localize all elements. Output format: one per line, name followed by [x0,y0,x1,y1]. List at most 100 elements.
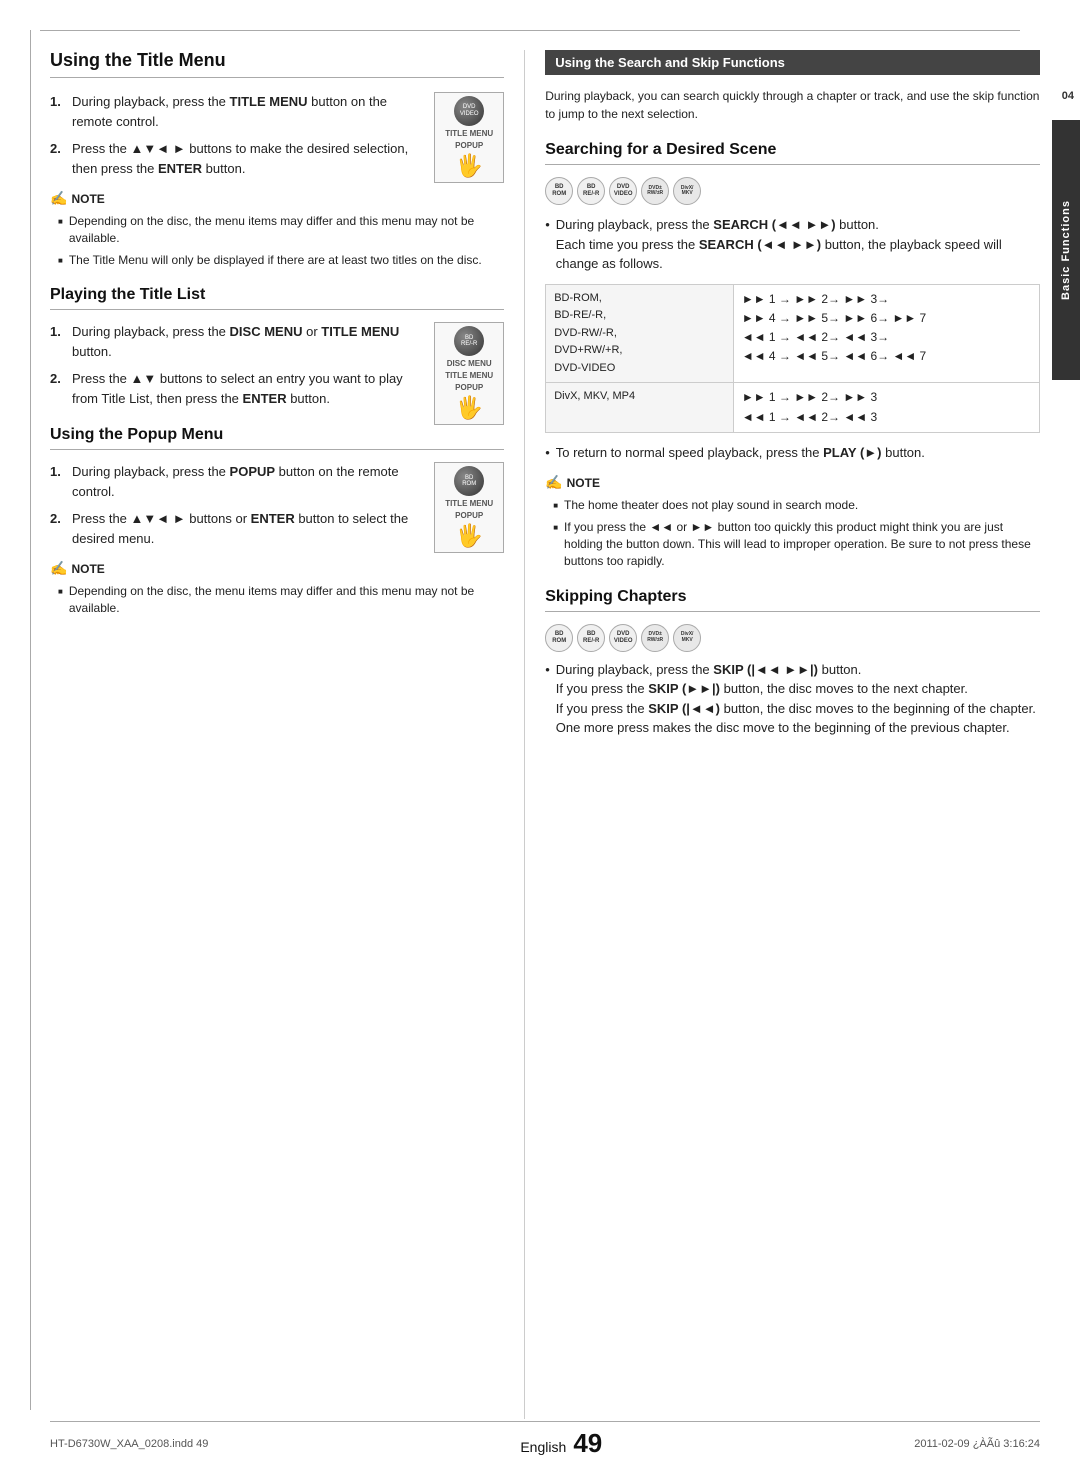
search-skip-intro: During playback, you can search quickly … [545,87,1040,123]
remote-image-popup: BDROM TITLE MENU POPUP 🖐 [434,462,504,553]
footer-file: HT-D6730W_XAA_0208.indd 49 [50,1438,208,1450]
disc-menu-label: DISC MENU [447,359,492,368]
dvdrw-icon: DVD±RW/±R [641,177,669,205]
search-note-list: The home theater does not play sound in … [545,497,1040,569]
search-note-1: The home theater does not play sound in … [553,497,1040,514]
skip-dvdrw-icon: DVD±RW/±R [641,624,669,652]
remote-image-title-list: BDRE/-R DISC MENU TITLE MENU POPUP 🖐 [434,322,504,425]
page-language: English [520,1439,566,1455]
left-border [30,30,31,1410]
skip-chapters-bullets: During playback, press the SKIP (|◄◄ ►►|… [545,660,1040,738]
note-title-2: ✍ NOTE [50,560,424,577]
title-menu-heading: Using the Title Menu [50,50,504,78]
speed-values-1: ►► 1 → ►► 2→ ►► 3→ ►► 4 → ►► 5→ ►► 6→ ►►… [733,284,1039,383]
speed-values-2: ►► 1 → ►► 2→ ►► 3 ◄◄ 1 → ◄◄ 2→ ◄◄ 3 [733,383,1039,432]
dvdrw-icon-wrap: DVD±RW/±R [641,177,669,205]
search-note-2: If you press the ◄◄ or ►► button too qui… [553,519,1040,569]
skip-bd-rom-icon-wrap: BDROM [545,624,573,652]
popup-label: POPUP [455,141,483,150]
title-menu-label-2: TITLE MENU [445,371,493,380]
right-column: Using the Search and Skip Functions Duri… [525,50,1040,1419]
note-title-1: ✍ NOTE [50,190,424,207]
skip-bd-rom-icon: BDROM [545,624,573,652]
skip-chapters-section: Skipping Chapters BDROM BDRE/-R DVDVIDEO… [545,588,1040,738]
speed-label-1: BD-ROM,BD-RE/-R,DVD-RW/-R,DVD+RW/+R,DVD-… [546,284,734,383]
note-item-1: Depending on the disc, the menu items ma… [58,213,504,247]
speed-row-1: BD-ROM,BD-RE/-R,DVD-RW/-R,DVD+RW/+R,DVD-… [546,284,1040,383]
title-list-step-2: 2. Press the ▲▼ buttons to select an ent… [50,369,424,408]
desired-scene-heading: Searching for a Desired Scene [545,141,1040,165]
divx-icon: DivX/MKV [673,177,701,205]
desired-scene-bullets: During playback, press the SEARCH (◄◄ ►►… [545,215,1040,274]
title-menu-note: ✍ NOTE Depending on the disc, the menu i… [50,190,504,268]
popup-label-2: POPUP [455,383,483,392]
content-wrapper: Using the Title Menu DVDVIDEO TITLE MENU… [50,50,1040,1419]
sidebar-tab: Basic Functions [1052,120,1080,380]
disc-icons-row-2: BDROM BDRE/-R DVDVIDEO DVD±RW/±R DivX/MK… [545,624,1040,652]
popup-note: ✍ NOTE Depending on the disc, the menu i… [50,560,504,617]
skip-bd-rer-icon-wrap: BDRE/-R [577,624,605,652]
footer-date: 2011-02-09 ¿ÀÃû 3:16:24 [914,1438,1040,1450]
bd-rer-icon: BDRE/-R [577,177,605,205]
disc-icons-row-1: BDROM BDRE/-R DVDVIDEO DVD±RW/±R DivX/MK… [545,177,1040,205]
speed-row-2: DivX, MKV, MP4 ►► 1 → ►► 2→ ►► 3 ◄◄ 1 → … [546,383,1040,432]
note-title-3: ✍ NOTE [545,474,1040,491]
remote-image-title-menu: DVDVIDEO TITLE MENU POPUP 🖐 [434,92,504,183]
title-menu-note-list: Depending on the disc, the menu items ma… [50,213,504,268]
skip-divx-icon: DivX/MKV [673,624,701,652]
skip-bullet-1: During playback, press the SKIP (|◄◄ ►►|… [545,660,1040,738]
title-menu-label: TITLE MENU [445,129,493,138]
skip-dvd-video-icon-wrap: DVDVIDEO [609,624,637,652]
scene-bullet-2: To return to normal speed playback, pres… [545,443,1040,463]
title-menu-section: Using the Title Menu DVDVIDEO TITLE MENU… [50,50,504,268]
title-menu-step-2: 2. Press the ▲▼◄ ► buttons to make the d… [50,139,424,178]
hand-icon: 🖐 [455,153,482,179]
sidebar-chapter: 04 [1062,90,1074,102]
page-number-wrap: English 49 [520,1428,602,1459]
left-column: Using the Title Menu DVDVIDEO TITLE MENU… [50,50,525,1419]
popup-menu-section: Using the Popup Menu BDROM TITLE MENU PO… [50,426,504,617]
search-skip-heading: Using the Search and Skip Functions [545,50,1040,75]
note-item-2: The Title Menu will only be displayed if… [58,252,504,269]
dvd-video-disc-icon: DVDVIDEO [454,96,484,126]
page-number: 49 [573,1428,602,1458]
skip-divx-icon-wrap: DivX/MKV [673,624,701,652]
bd-rer-disc-icon: BDRE/-R [454,326,484,356]
dvd-video-icon: DVDVIDEO [609,177,637,205]
note-icon-1: ✍ [50,190,67,207]
popup-menu-heading: Using the Popup Menu [50,426,504,450]
speed-label-2: DivX, MKV, MP4 [546,383,734,432]
speed-table: BD-ROM,BD-RE/-R,DVD-RW/-R,DVD+RW/+R,DVD-… [545,284,1040,433]
top-border [40,30,1020,31]
popup-note-item-1: Depending on the disc, the menu items ma… [58,583,504,617]
dvd-video-icon-wrap: DVDVIDEO [609,177,637,205]
bd-rom-disc-icon: BDROM [454,466,484,496]
popup-step-2: 2. Press the ▲▼◄ ► buttons or ENTER butt… [50,509,424,548]
scene-bullet-1: During playback, press the SEARCH (◄◄ ►►… [545,215,1040,274]
divx-icon-wrap: DivX/MKV [673,177,701,205]
popup-note-list: Depending on the disc, the menu items ma… [50,583,504,617]
title-list-heading: Playing the Title List [50,286,504,310]
title-list-step-1: 1. During playback, press the DISC MENU … [50,322,424,361]
title-list-section: Playing the Title List BDRE/-R DISC MENU… [50,286,504,408]
popup-step-1: 1. During playback, press the POPUP butt… [50,462,424,501]
bd-rer-icon-wrap: BDRE/-R [577,177,605,205]
desired-scene-section: Searching for a Desired Scene BDROM BDRE… [545,141,1040,570]
note-icon-2: ✍ [50,560,67,577]
skip-chapters-heading: Skipping Chapters [545,588,1040,612]
title-menu-label-3: TITLE MENU [445,499,493,508]
bd-rom-icon-wrap: BDROM [545,177,573,205]
title-menu-step-1: 1. During playback, press the TITLE MENU… [50,92,424,131]
bd-rom-icon: BDROM [545,177,573,205]
note-icon-3: ✍ [545,474,562,491]
desired-scene-bullets-2: To return to normal speed playback, pres… [545,443,1040,463]
hand-icon-2: 🖐 [455,395,482,421]
footer: HT-D6730W_XAA_0208.indd 49 English 49 20… [50,1421,1040,1459]
sidebar-label: Basic Functions [1060,200,1072,300]
skip-dvdrw-icon-wrap: DVD±RW/±R [641,624,669,652]
search-note: ✍ NOTE The home theater does not play so… [545,474,1040,569]
skip-dvd-video-icon: DVDVIDEO [609,624,637,652]
popup-label-3: POPUP [455,511,483,520]
skip-bd-rer-icon: BDRE/-R [577,624,605,652]
hand-icon-3: 🖐 [455,523,482,549]
